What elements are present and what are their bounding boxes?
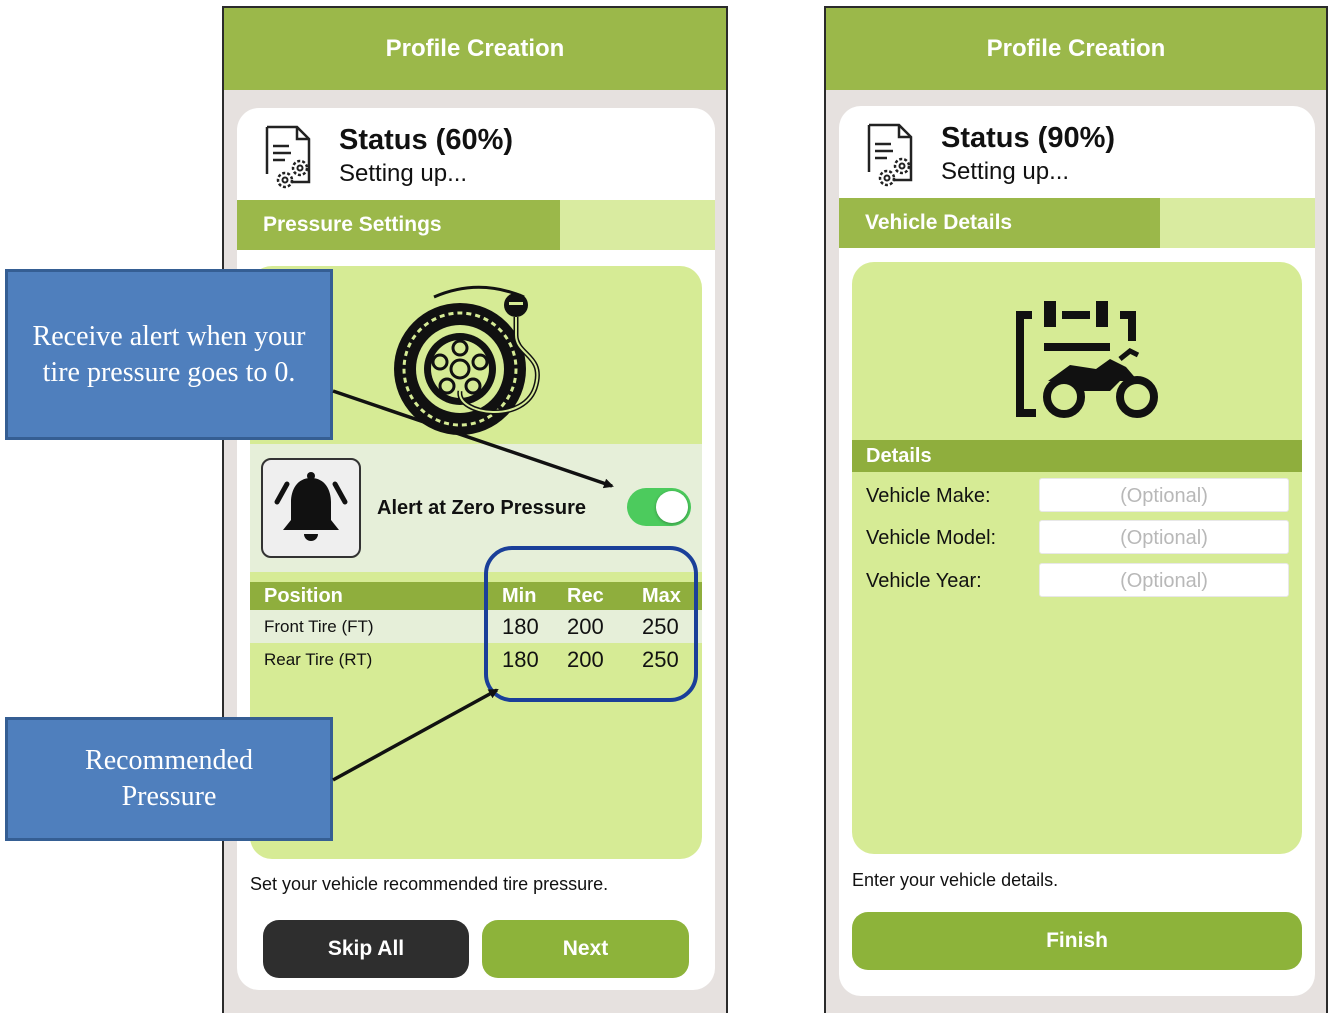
skip-all-button[interactable]: Skip All [263,920,469,978]
next-button[interactable]: Next [482,920,689,978]
alert-setting-row: Alert at Zero Pressure [250,444,702,572]
row-max[interactable]: 250 [642,610,679,643]
alert-callout: Receive alert when your tire pressure go… [5,269,333,440]
status-subtitle: Setting up... [339,160,468,187]
setup-card: Status (60%) Setting up... Pressure Sett… [237,108,715,990]
header-rec: Rec [567,585,604,607]
vehicle-panel: Details Vehicle Make: (Optional) Vehicle… [852,262,1302,854]
pressure-settings-screen: Profile Creation Status (60%) Setting up… [222,6,728,1013]
status-title: Status (90%) [941,122,1116,154]
status-subtitle: Setting up... [941,158,1070,185]
vehicle-illustration [852,262,1302,440]
row-max[interactable]: 250 [642,643,679,676]
status-section: Status (60%) Setting up... [263,124,513,190]
vehicle-model-row: Vehicle Model: (Optional) [852,520,1302,556]
row-position: Front Tire (FT) [264,617,374,636]
table-row[interactable]: Rear Tire (RT) 180 200 250 [250,643,702,676]
header-title: Profile Creation [224,8,726,90]
vehicle-model-label: Vehicle Model: [866,527,997,549]
header-position: Position [264,585,343,607]
progress-label: Pressure Settings [263,213,442,236]
header-title: Profile Creation [826,8,1326,90]
header-min: Min [502,585,537,607]
motorcycle-clipboard-icon [1016,301,1158,418]
tire-pressure-gauge-icon [394,285,540,435]
setup-card: Status (90%) Setting up... Vehicle Detai… [839,106,1315,996]
details-header: Details [852,440,1302,472]
alert-label: Alert at Zero Pressure [377,497,586,519]
table-header: Position Min Rec Max [250,582,702,610]
vehicle-make-label: Vehicle Make: [866,485,991,507]
hint-text: Set your vehicle recommended tire pressu… [250,874,609,894]
pressure-table: Position Min Rec Max Front Tire (FT) 180… [250,582,702,676]
status-section: Status (90%) Setting up... [865,122,1115,188]
vehicle-make-input[interactable]: (Optional) [1039,478,1289,512]
table-row[interactable]: Front Tire (FT) 180 200 250 [250,610,702,643]
progress-bar: Vehicle Details [839,198,1315,248]
vehicle-year-label: Vehicle Year: [866,570,982,592]
row-rec[interactable]: 200 [567,643,604,676]
row-position: Rear Tire (RT) [264,650,373,669]
toggle-knob [656,491,688,523]
row-rec[interactable]: 200 [567,610,604,643]
row-min[interactable]: 180 [502,610,539,643]
progress-label: Vehicle Details [865,211,1013,234]
zero-pressure-toggle[interactable] [627,488,691,526]
finish-button[interactable]: Finish [852,912,1302,970]
vehicle-details-screen: Profile Creation Status (90%) Setting up… [824,6,1328,1013]
row-min[interactable]: 180 [502,643,539,676]
vehicle-make-row: Vehicle Make: (Optional) [852,478,1302,514]
vehicle-year-row: Vehicle Year: (Optional) [852,563,1302,599]
hint-text: Enter your vehicle details. [852,870,1059,890]
alarm-bell-icon [261,458,361,558]
progress-bar: Pressure Settings [237,200,715,250]
vehicle-year-input[interactable]: (Optional) [1039,563,1289,597]
pressure-callout: Recommended Pressure [5,717,333,841]
document-gear-icon [265,125,311,189]
header-max: Max [642,585,681,607]
vehicle-model-input[interactable]: (Optional) [1039,520,1289,554]
document-gear-icon [867,123,913,187]
status-title: Status (60%) [339,124,514,156]
